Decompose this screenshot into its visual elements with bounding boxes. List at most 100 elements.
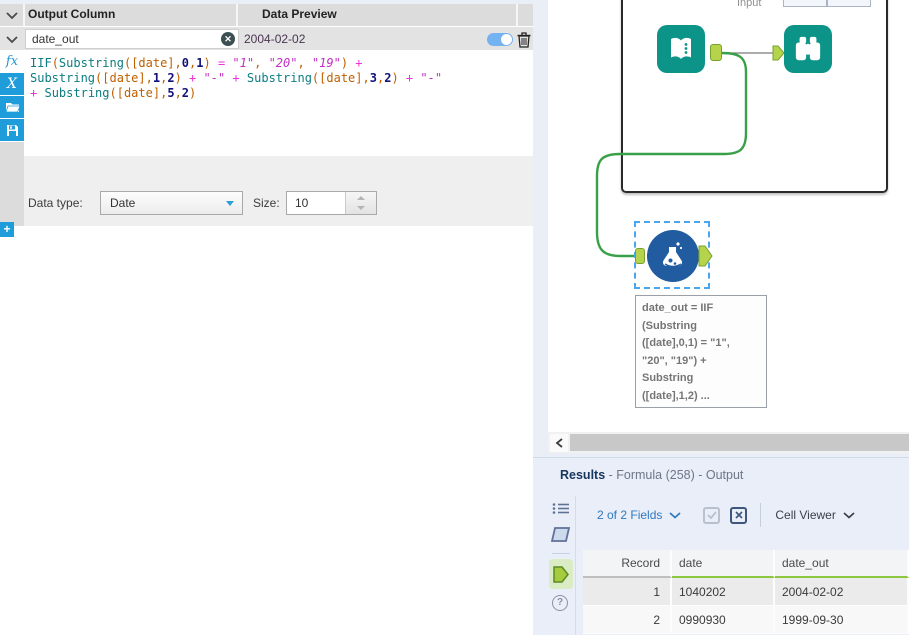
spinner-up-icon: [357, 196, 365, 200]
browse-binoculars-icon: [795, 36, 821, 61]
alteryx-designer-window: Output Column Data Preview date_out ✕ 20…: [0, 0, 909, 635]
code-token: "-": [203, 71, 226, 85]
cell-viewer-menu[interactable]: Cell Viewer: [775, 508, 835, 522]
save-icon: [6, 124, 18, 136]
divider: [516, 4, 518, 26]
table-cell[interactable]: 0990930: [672, 606, 775, 634]
table-cell[interactable]: 2004-02-02: [775, 578, 909, 606]
data-preview-value: 2004-02-02: [244, 32, 306, 46]
browse-tool[interactable]: [784, 25, 832, 73]
code-token: 5: [167, 86, 175, 100]
chevron-down-icon[interactable]: [843, 511, 855, 519]
results-data-grid: Record date date_out 1 1040202 2004-02-02 2 099…: [583, 550, 909, 634]
code-token: ): [203, 56, 211, 70]
expression-row: date_out ✕ 2004-02-02: [0, 27, 533, 52]
column-header-Record[interactable]: Record: [583, 550, 672, 578]
scrollbar-thumb[interactable]: [570, 434, 909, 451]
code-token: (: [51, 56, 59, 70]
input-tool-output-anchor[interactable]: [710, 44, 722, 61]
annotation-line: "20", "19") +: [642, 354, 707, 367]
results-toolbar: 2 of 2 Fields Cell Viewer: [597, 502, 855, 528]
code-token: ,: [145, 71, 153, 85]
code-token: ,: [174, 56, 182, 70]
formula-output-anchor[interactable]: [698, 245, 713, 267]
code-token: 1: [152, 71, 161, 85]
data-type-dropdown[interactable]: Date: [100, 191, 243, 215]
column-header-date[interactable]: date: [672, 550, 775, 578]
results-icon-strip: ?: [548, 496, 576, 635]
expression-enabled-toggle[interactable]: [487, 33, 513, 46]
save-expression-button[interactable]: [0, 119, 24, 141]
output-anchor-icon: [552, 565, 569, 583]
results-title: Results - Formula (258) - Output: [560, 468, 743, 482]
code-token: +: [355, 56, 363, 70]
clear-field-icon[interactable]: ✕: [221, 32, 235, 46]
code-token: [date]: [116, 86, 161, 100]
expression-grid-header: Output Column Data Preview: [0, 4, 533, 26]
annotation-line: ([date],0,1) = "1",: [642, 337, 730, 349]
open-saved-expression-button[interactable]: [0, 96, 24, 118]
table-cell[interactable]: 1040202: [672, 578, 775, 606]
column-header-date_out[interactable]: date_out: [775, 550, 909, 578]
toggle-knob: [501, 34, 512, 45]
code-token: ): [189, 86, 197, 100]
table-row: 1 1040202 2004-02-02: [583, 578, 909, 606]
collapse-all-button[interactable]: [0, 4, 23, 26]
variables-button[interactable]: X: [0, 73, 24, 95]
expression-editor-toolbar: fx X: [0, 50, 24, 142]
expression-editor[interactable]: IIF(Substring([date],0,1) = "1", "20", "…: [24, 50, 533, 156]
code-token: 0: [181, 56, 190, 70]
code-token: +: [232, 71, 240, 85]
formula-tool[interactable]: [647, 230, 699, 282]
workflow-canvas[interactable]: Input date_out = IIF (Substring ([date],…: [548, 0, 909, 432]
tool-annotation[interactable]: date_out = IIF (Substring ([date],0,1) = "…: [635, 295, 767, 408]
results-title-bold: Results: [560, 468, 606, 482]
table-cell[interactable]: 2: [583, 606, 672, 634]
size-label: Size:: [253, 196, 280, 210]
add-expression-button[interactable]: +: [0, 222, 14, 237]
code-token: "19": [311, 56, 341, 70]
scroll-left-button[interactable]: [550, 434, 568, 452]
table-cell[interactable]: 1: [583, 578, 672, 606]
collapse-expression-button[interactable]: [0, 27, 23, 52]
formula-code-line: + Substring([date],5,2): [30, 86, 533, 101]
canvas-horizontal-scrollbar[interactable]: [548, 432, 909, 453]
trash-icon: [517, 32, 531, 48]
code-token: [date]: [319, 71, 363, 85]
size-spinner[interactable]: [345, 192, 376, 214]
fields-selector[interactable]: 2 of 2 Fields: [597, 508, 662, 522]
delete-expression-icon[interactable]: [516, 31, 532, 48]
annotation-line: Substring: [642, 372, 694, 384]
list-view-icon[interactable]: [552, 502, 570, 515]
table-cell[interactable]: 1999-09-30: [775, 606, 909, 634]
output-column-input[interactable]: date_out ✕: [25, 29, 239, 49]
code-token: ,: [362, 71, 370, 85]
code-token: 2: [181, 86, 190, 100]
size-input[interactable]: 10: [286, 191, 377, 215]
chevron-down-icon[interactable]: [669, 511, 681, 519]
code-token: ,: [254, 56, 269, 70]
code-token: ,: [297, 56, 312, 70]
help-icon[interactable]: ?: [552, 595, 568, 611]
output-anchor-selector[interactable]: [549, 559, 573, 589]
formula-code-line: IIF(Substring([date],0,1) = "1", "20", "…: [30, 56, 533, 71]
formula-flask-icon: [662, 242, 683, 268]
select-fields-icon[interactable]: [703, 506, 721, 524]
folder-icon: [4, 103, 20, 113]
formula-input-anchor[interactable]: [635, 248, 645, 264]
functions-button[interactable]: fx: [0, 50, 24, 72]
deselect-fields-icon[interactable]: [730, 506, 748, 524]
code-token: "-": [420, 71, 443, 85]
formula-code-line: Substring([date],1,2) + "-" + Substring(…: [30, 71, 533, 86]
input-data-tool[interactable]: [657, 25, 705, 73]
code-token: ): [391, 71, 399, 85]
profile-view-icon[interactable]: [551, 526, 571, 543]
data-type-value: Date: [110, 196, 136, 210]
code-token: [date]: [131, 56, 175, 70]
divider: [760, 503, 762, 527]
chevron-down-icon: [5, 11, 18, 19]
data-type-label: Data type:: [28, 196, 83, 210]
size-value: 10: [295, 196, 309, 210]
code-token: [date]: [102, 71, 146, 85]
